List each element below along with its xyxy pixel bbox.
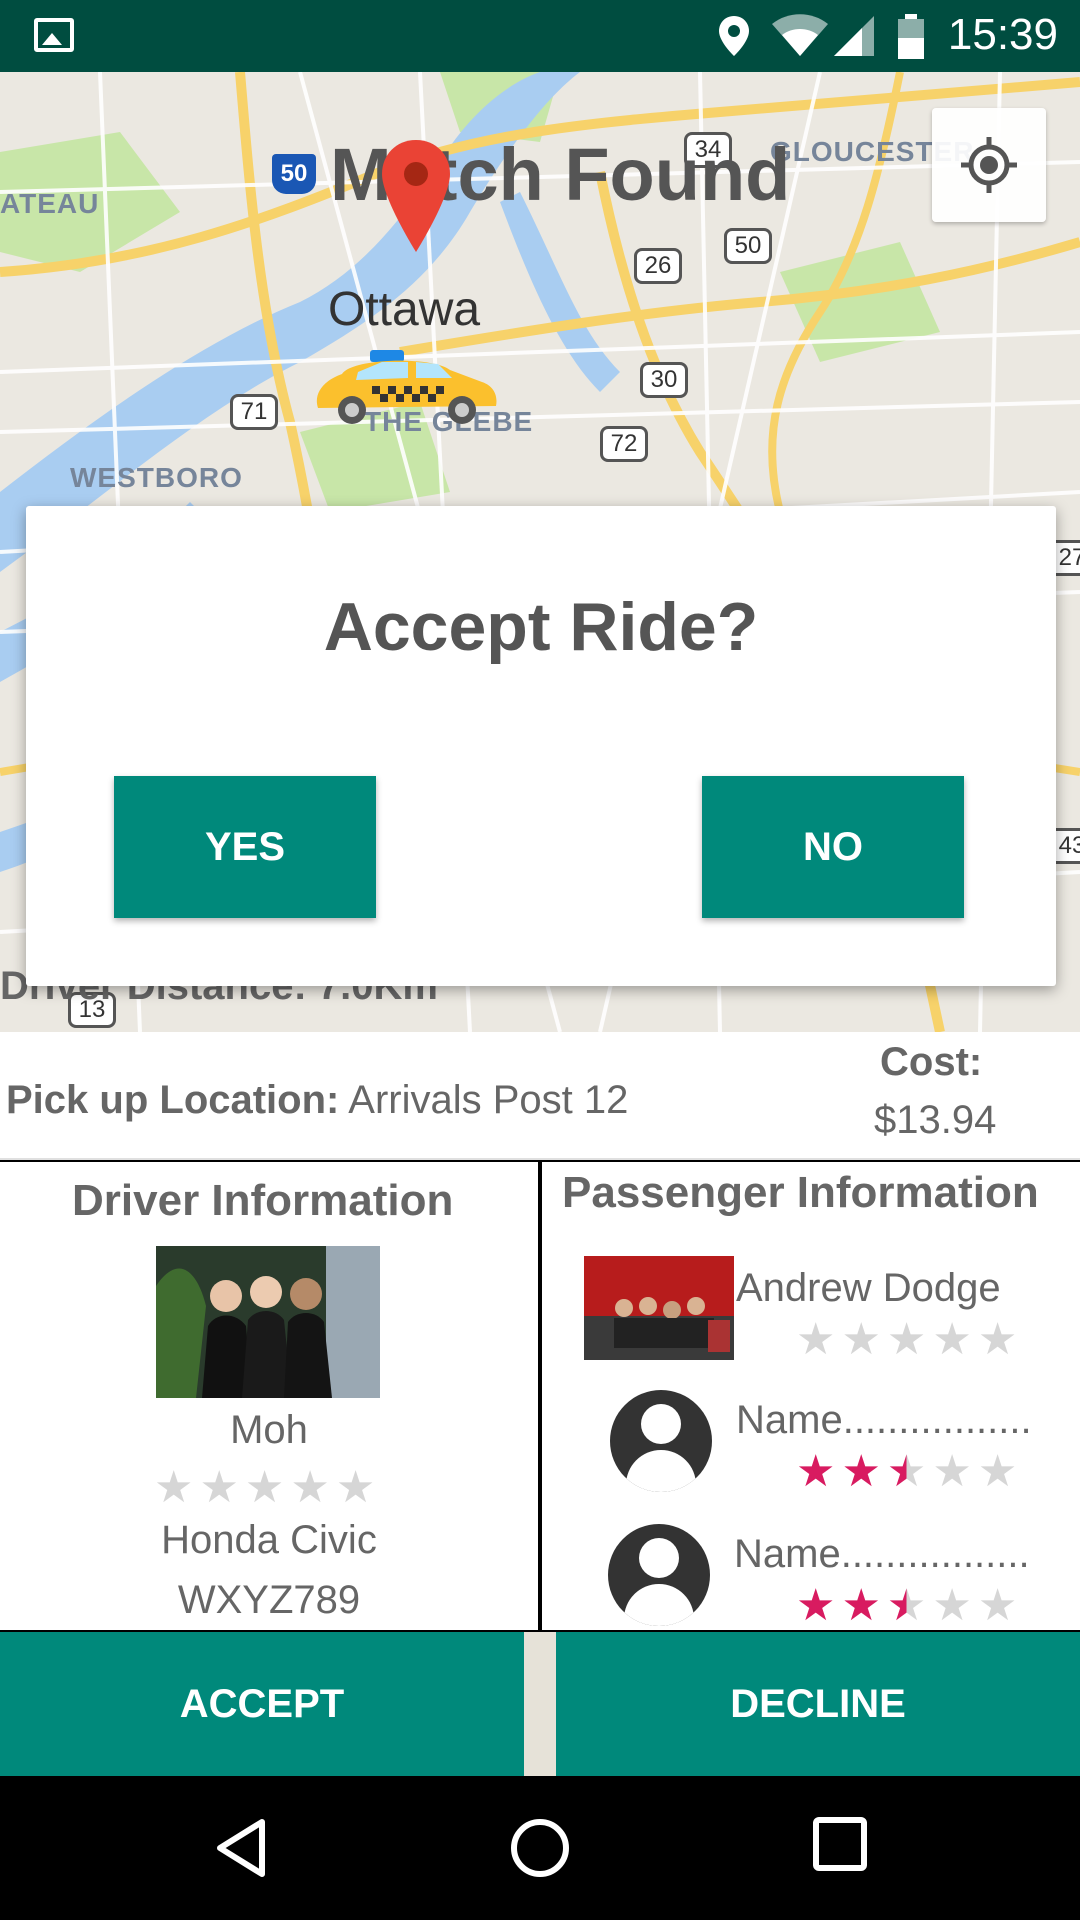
star-icon: ★ xyxy=(977,1581,1018,1630)
star-icon: ★ xyxy=(841,1581,881,1630)
accept-button[interactable]: ACCEPT xyxy=(0,1632,524,1776)
pickup-value: Arrivals Post 12 xyxy=(348,1078,629,1122)
map-label: ATEAU xyxy=(0,188,100,219)
star-half-icon: ★ xyxy=(886,1447,927,1496)
recents-icon[interactable] xyxy=(812,1816,868,1872)
star-icon: ★ xyxy=(335,1463,376,1512)
driver-car: Honda Civic xyxy=(161,1518,377,1562)
driver-photo xyxy=(156,1246,380,1398)
star-icon: ★ xyxy=(886,1315,927,1364)
taxi-icon[interactable] xyxy=(312,350,500,426)
star-icon: ★ xyxy=(796,1447,836,1496)
highway-shield: 50 xyxy=(272,154,316,194)
star-icon: ★ xyxy=(154,1463,194,1512)
star-half-icon: ★ xyxy=(886,1581,927,1630)
crosshair-icon xyxy=(961,137,1017,193)
passenger-info-panel: Passenger Information Andrew Dodge ★ ★ ★… xyxy=(542,1162,1080,1630)
star-icon: ★ xyxy=(796,1581,836,1630)
battery-icon xyxy=(898,14,924,59)
star-icon: ★ xyxy=(841,1447,881,1496)
cost-value: $13.94 xyxy=(874,1098,997,1142)
cost-label: Cost: xyxy=(880,1040,983,1084)
city-label: Ottawa xyxy=(328,283,481,336)
accept-ride-dialog: Accept Ride? YES NO xyxy=(26,506,1056,986)
pickup-label: Pick up Location: xyxy=(6,1078,340,1122)
wifi-icon xyxy=(772,14,828,56)
route-shield: 71 xyxy=(230,394,278,430)
decline-button[interactable]: DECLINE xyxy=(556,1632,1080,1776)
avatar-icon xyxy=(610,1390,712,1492)
driver-name: Moh xyxy=(230,1408,308,1452)
route-shield: 26 xyxy=(634,248,682,284)
no-button[interactable]: NO xyxy=(702,776,964,918)
driver-plate: WXYZ789 xyxy=(177,1578,361,1622)
passenger-name: Name................. xyxy=(734,1532,1030,1576)
star-icon: ★ xyxy=(932,1315,972,1364)
passenger-name: Name................. xyxy=(736,1398,1032,1442)
star-icon: ★ xyxy=(290,1463,330,1512)
signal-icon xyxy=(834,16,874,56)
passenger-photo xyxy=(584,1256,734,1360)
dialog-title: Accept Ride? xyxy=(323,589,759,665)
clock: 15:39 xyxy=(947,10,1058,59)
map-pin-icon[interactable] xyxy=(378,138,454,256)
avatar-icon xyxy=(608,1524,710,1626)
driver-info-panel: Driver Information Moh ★ ★ ★ ★ ★ Honda C… xyxy=(0,1162,538,1630)
star-icon: ★ xyxy=(841,1315,881,1364)
star-icon: ★ xyxy=(932,1447,972,1496)
driver-rating: ★ ★ ★ ★ ★ xyxy=(154,1466,375,1510)
map-label: WESTBORO xyxy=(70,462,243,493)
star-icon: ★ xyxy=(977,1447,1018,1496)
back-icon[interactable] xyxy=(212,1816,272,1880)
pickup-location: Pick up Location: Arrivals Post 12 xyxy=(6,1078,628,1123)
star-icon: ★ xyxy=(199,1463,239,1512)
route-shield: 30 xyxy=(640,362,688,398)
passenger-rating: ★ ★ ★ ★ ★ xyxy=(796,1584,1017,1628)
passenger-rating: ★ ★ ★ ★ ★ xyxy=(796,1450,1017,1494)
home-icon[interactable] xyxy=(508,1816,572,1880)
passenger-info-title: Passenger Information xyxy=(562,1168,1039,1217)
star-icon: ★ xyxy=(796,1315,836,1364)
status-bar: 15:39 xyxy=(0,0,1080,72)
navigation-bar xyxy=(0,1776,1080,1920)
passenger-rating: ★ ★ ★ ★ ★ xyxy=(796,1318,1017,1362)
location-icon xyxy=(719,16,749,56)
star-icon: ★ xyxy=(977,1315,1018,1364)
star-icon: ★ xyxy=(932,1581,972,1630)
gallery-icon xyxy=(34,18,74,52)
passenger-name: Andrew Dodge xyxy=(736,1266,1001,1310)
route-shield: 72 xyxy=(600,426,648,462)
yes-button[interactable]: YES xyxy=(114,776,376,918)
driver-info-title: Driver Information xyxy=(72,1176,454,1225)
my-location-button[interactable] xyxy=(932,108,1046,222)
button-divider xyxy=(524,1632,556,1776)
star-icon: ★ xyxy=(244,1463,285,1512)
route-shield: 50 xyxy=(724,228,772,264)
trip-summary-panel: Pick up Location: Arrivals Post 12 Cost:… xyxy=(0,1032,1080,1160)
